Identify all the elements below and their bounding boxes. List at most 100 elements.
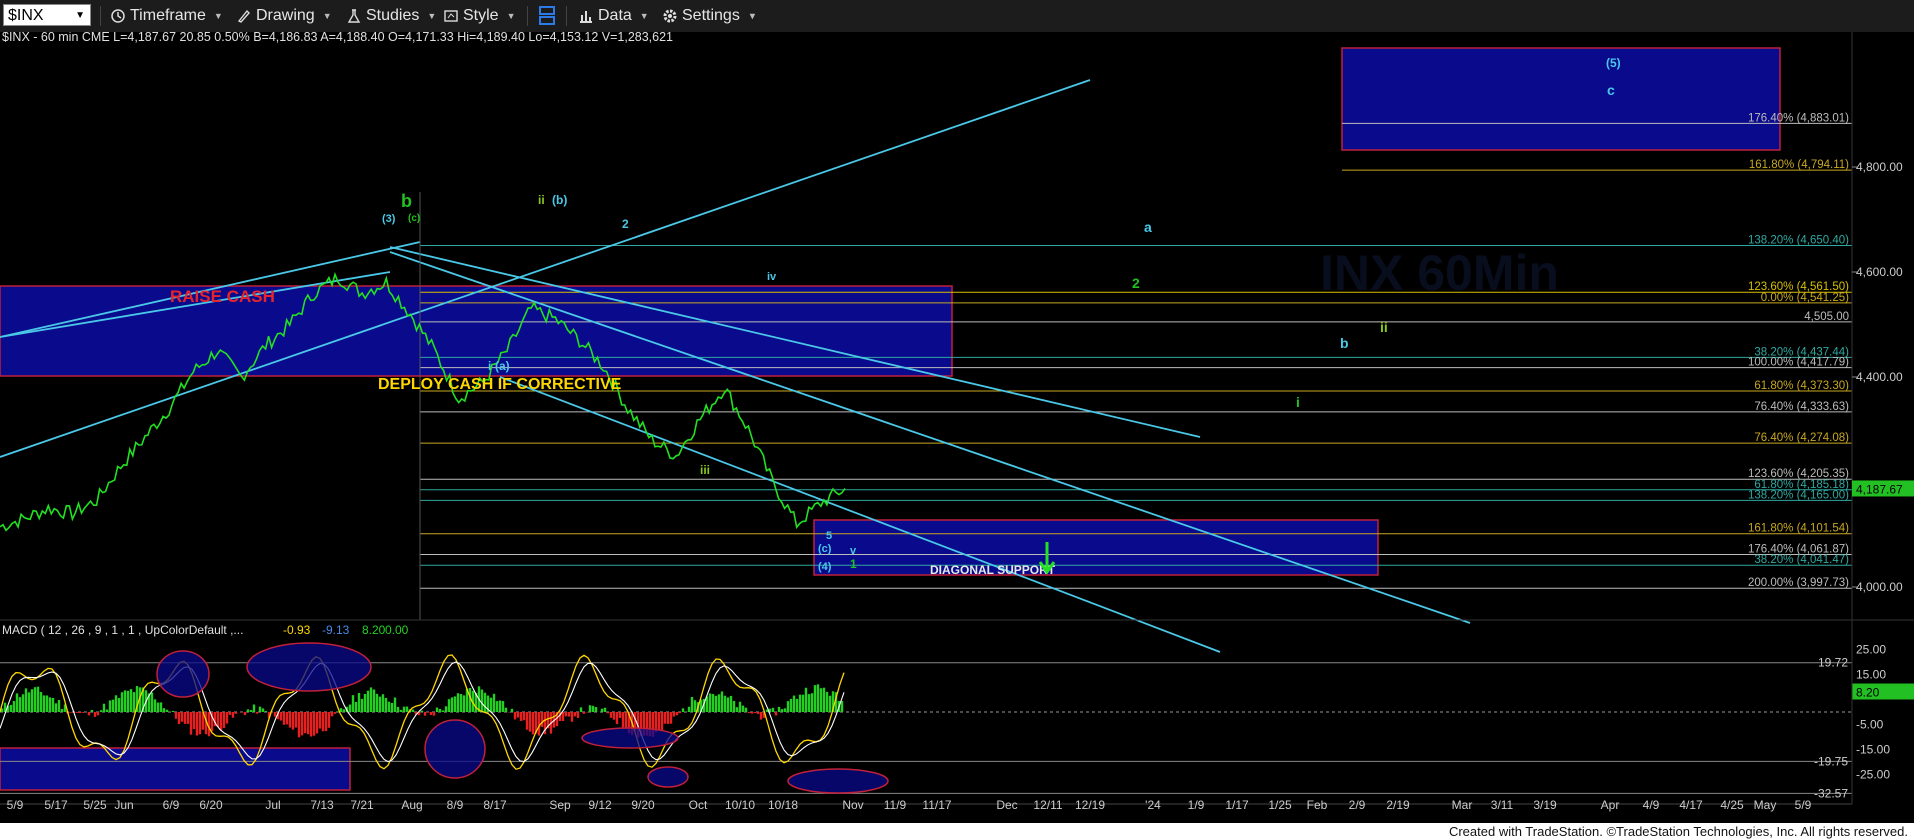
caret-down-icon: ▼	[427, 11, 437, 21]
x-axis-tick-label: '24	[1145, 798, 1161, 812]
wave-label: (4)	[818, 561, 832, 573]
x-axis-tick-label: 12/19	[1075, 798, 1105, 812]
x-axis-tick-label: 9/20	[631, 798, 655, 812]
style-button[interactable]: Style ▼	[443, 5, 516, 27]
x-axis-tick-label: 7/13	[310, 798, 334, 812]
wave-label: (c)	[818, 543, 832, 555]
toolbar-divider	[566, 6, 567, 26]
macd-highlight-ellipse	[156, 650, 210, 698]
macd-axis-tick-label: -5.00	[1856, 718, 1884, 732]
layout-icon	[539, 6, 555, 25]
wave-label: ii	[1380, 319, 1388, 335]
wave-label: 2	[1132, 275, 1140, 291]
data-bars-icon	[580, 11, 592, 23]
macd-highlight-ellipse	[246, 642, 372, 692]
x-axis-tick-label: 2/9	[1349, 798, 1366, 812]
symbol-input[interactable]: $INX ▼	[3, 4, 91, 26]
caret-down-icon: ▼	[506, 11, 516, 21]
x-axis-tick-label: 8/9	[447, 798, 464, 812]
studies-button[interactable]: Studies ▼	[346, 5, 436, 27]
macd-value: 8.20	[362, 623, 386, 637]
wave-label: iv	[767, 271, 777, 283]
wave-label: 2	[622, 217, 629, 231]
wave-label: (c)	[408, 213, 420, 224]
flask-icon	[347, 9, 361, 23]
fib-level-label: 200.00% (3,997.73)	[1748, 577, 1849, 589]
x-axis-tick-label: 2/19	[1386, 798, 1410, 812]
settings-label: Settings	[682, 7, 740, 24]
fib-level-label: 76.40% (4,333.63)	[1754, 401, 1849, 413]
drawing-label: Drawing	[256, 7, 315, 24]
timeframe-button[interactable]: Timeframe ▼	[110, 5, 223, 27]
fib-level-label: 100.00% (4,417.79)	[1748, 357, 1849, 369]
wave-label: (3)	[382, 213, 396, 225]
fib-level-label: 161.80% (4,794.11)	[1749, 159, 1849, 171]
y-axis-tick-label: 4,000.00	[1856, 580, 1903, 594]
watermark: INX 60Min	[1320, 245, 1559, 301]
macd-axis-tick-label: -25.00	[1856, 768, 1890, 782]
fib-level-label: 38.20% (4,041.47)	[1754, 554, 1849, 566]
macd-value: 0.00	[385, 623, 409, 637]
wave-label: c	[1607, 82, 1615, 98]
toolbar-divider	[100, 6, 101, 26]
x-axis-tick-label: 5/25	[83, 798, 107, 812]
pencil-icon	[237, 9, 250, 23]
caret-down-icon: ▼	[639, 11, 649, 21]
y-axis-tick-label: 4,600.00	[1856, 265, 1903, 279]
style-icon	[444, 10, 458, 22]
x-axis-tick-label: 1/9	[1188, 798, 1205, 812]
x-axis-tick-label: 10/18	[768, 798, 798, 812]
toolbar-more-icon[interactable]: ▼	[748, 5, 757, 27]
footer-bar: Created with TradeStation. ©TradeStation…	[0, 823, 1914, 840]
chevron-down-icon[interactable]: ▼	[75, 5, 85, 27]
x-axis-tick-label: 4/25	[1720, 798, 1744, 812]
x-axis-tick-label: Jun	[114, 798, 133, 812]
x-axis-tick-label: Mar	[1452, 798, 1473, 812]
x-axis-tick-label: Dec	[996, 798, 1017, 812]
y-axis-tick-label: 4,400.00	[1856, 370, 1903, 384]
x-axis-tick-label: Sep	[549, 798, 571, 812]
chart-header: $INX - 60 min CME L=4,187.67 20.85 0.50%…	[2, 32, 673, 44]
x-axis-tick-label: 3/11	[1491, 798, 1514, 812]
wave-label: (b)	[552, 193, 567, 207]
x-axis-tick-label: Apr	[1601, 798, 1620, 812]
caret-down-icon: ▼	[213, 11, 223, 21]
x-axis-tick-label: Oct	[689, 798, 708, 812]
macd-highlight-ellipse	[581, 727, 679, 749]
annotation-text: RAISE CASH	[170, 287, 275, 306]
layout-button[interactable]	[538, 5, 556, 27]
x-axis-tick-label: 6/20	[199, 798, 223, 812]
annotation-text: DEPLOY CASH IF CORRECTIVE	[378, 376, 622, 393]
x-axis-tick-label: 4/9	[1643, 798, 1660, 812]
x-axis-tick-label: 5/9	[1795, 798, 1812, 812]
x-axis-tick-label: 8/17	[483, 798, 507, 812]
x-axis-tick-label: May	[1754, 798, 1777, 812]
drawing-button[interactable]: Drawing ▼	[236, 5, 332, 27]
studies-label: Studies	[366, 7, 420, 24]
timeframe-label: Timeframe	[130, 7, 206, 24]
style-label: Style	[463, 7, 499, 24]
wave-label: b	[1340, 335, 1349, 351]
data-button[interactable]: Data ▼	[578, 5, 649, 27]
macd-axis-tick-label: -15.00	[1856, 743, 1890, 757]
chart-toolbar: $INX ▼ Timeframe ▼ Drawing ▼ Studies ▼ Styl…	[0, 0, 1914, 33]
fib-level-label: 61.80% (4,373.30)	[1754, 380, 1849, 392]
macd-highlight-ellipse	[787, 768, 889, 794]
wave-label: iii	[700, 463, 710, 477]
fib-level-label: 76.40% (4,274.08)	[1754, 432, 1849, 444]
macd-level-label: -19.75	[1814, 754, 1848, 768]
x-axis-tick-label: 3/19	[1533, 798, 1557, 812]
wave-label: i	[488, 359, 491, 373]
x-axis-tick-label: Nov	[842, 798, 863, 812]
macd-value: -0.93	[283, 623, 311, 637]
data-label: Data	[598, 7, 632, 24]
wave-label: v	[850, 545, 857, 557]
price-chart[interactable]: 176.40% (4,883.01)161.80% (4,794.11)138.…	[0, 32, 1914, 823]
gear-icon	[663, 9, 677, 23]
target-zone	[1341, 47, 1781, 151]
fib-level-label: 138.20% (4,165.00)	[1748, 489, 1849, 501]
x-axis-tick-label: 6/9	[163, 798, 180, 812]
settings-button[interactable]: Settings ▼	[662, 5, 757, 27]
fib-level-label: 138.20% (4,650.40)	[1748, 235, 1849, 247]
x-axis-tick-label: 4/17	[1679, 798, 1703, 812]
